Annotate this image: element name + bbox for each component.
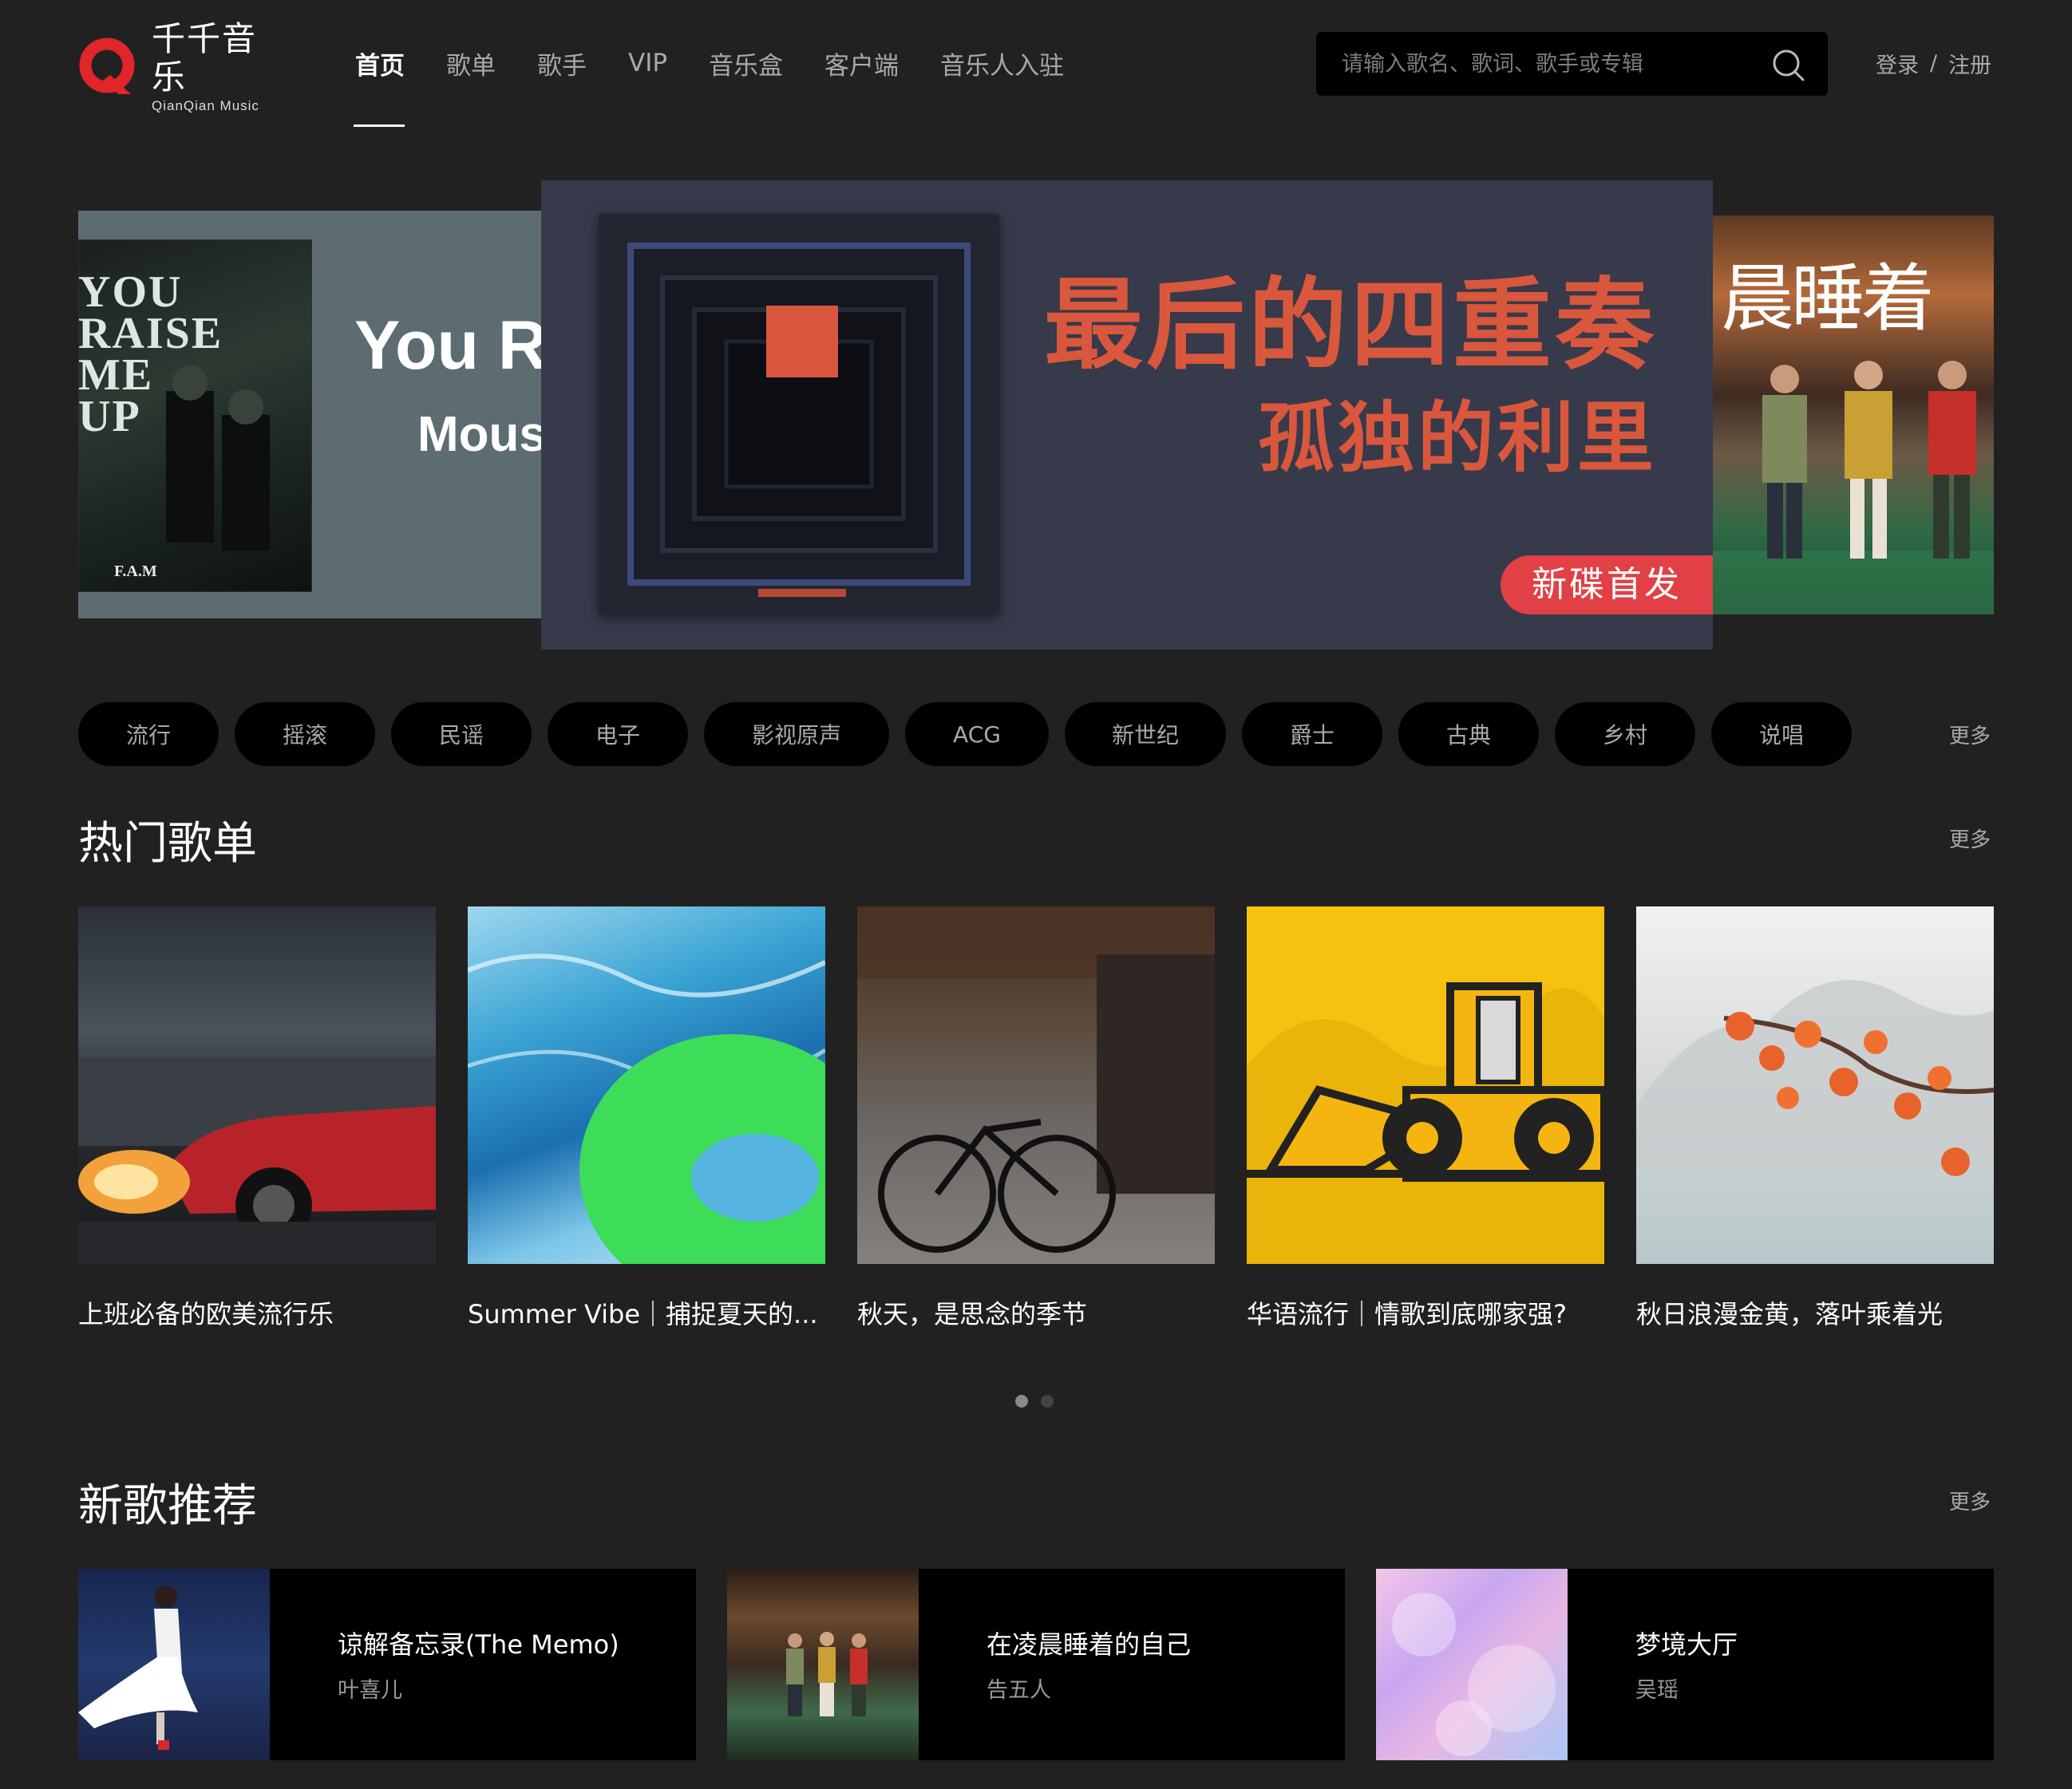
playlist-name: 秋日浪漫金黄，落叶乘着光 (1636, 1299, 1943, 1329)
genre-pill[interactable]: 新世纪 (1065, 702, 1226, 766)
song-cover (727, 1569, 919, 1760)
song-title: 梦境大厅 (1635, 1629, 1738, 1660)
banner-slide-next[interactable]: 晨睡着 (1713, 215, 1994, 614)
banner-prev-subtitle: Mous (417, 407, 547, 462)
login-link[interactable]: 登录 (1876, 48, 1919, 79)
song-title: 在凌晨睡着的自己 (987, 1629, 1192, 1660)
song-artist[interactable]: 告五人 (987, 1672, 1051, 1704)
genre-pill[interactable]: 流行 (78, 702, 219, 766)
nav-active-indicator (354, 124, 405, 127)
banner-next-band-photo (1713, 361, 1994, 614)
brand-name-en: QianQian Music (152, 98, 259, 113)
song-card[interactable]: 谅解备忘录(The Memo) 叶喜儿 (78, 1569, 696, 1760)
playlist-card[interactable]: 华语流行｜情歌到底哪家强? (1247, 906, 1604, 1331)
banner-prev-cover-text: YOU RAISE ME UP (78, 267, 223, 441)
playlist-card[interactable]: 秋日浪漫金黄，落叶乘着光 (1636, 906, 1994, 1331)
genre-pill[interactable]: 电子 (548, 702, 688, 766)
playlist-pagination (1015, 1395, 1066, 1408)
banner-album-cover (599, 214, 999, 614)
playlist-name: 上班必备的欧美流行乐 (78, 1299, 334, 1329)
auth-separator: / (1930, 51, 1938, 76)
auth-links: 登录 / 注册 (1876, 48, 1991, 79)
genre-pill[interactable]: 影视原声 (704, 702, 889, 766)
playlist-name: Summer Vibe｜捕捉夏天的... (468, 1299, 818, 1329)
qianqian-logo-icon (78, 37, 139, 97)
genre-pill[interactable]: 爵士 (1242, 702, 1382, 766)
genre-pill[interactable]: ACG (905, 702, 1049, 766)
nav-vip[interactable]: VIP (628, 49, 667, 77)
nav-playlists[interactable]: 歌单 (446, 45, 496, 81)
banner-prev-album-cover: YOU RAISE ME UP F.A.M (78, 239, 312, 592)
hot-playlists-title: 热门歌单 (78, 818, 257, 870)
genre-pill[interactable]: 古典 (1398, 702, 1539, 766)
playlist-cover (857, 906, 1215, 1264)
song-artist[interactable]: 吴瑶 (1635, 1672, 1679, 1704)
banner-subtitle: 孤独的利里 (1258, 393, 1657, 483)
brand-logo[interactable]: 千千音乐 QianQian Music (78, 20, 286, 113)
nav-singers[interactable]: 歌手 (537, 45, 587, 81)
banner-slide-prev[interactable]: YOU RAISE ME UP F.A.M You R Mous (78, 211, 557, 618)
brand-name-cn: 千千音乐 (152, 19, 258, 97)
playlist-card[interactable]: Summer Vibe｜捕捉夏天的... (468, 906, 825, 1331)
song-cover (78, 1569, 270, 1760)
genres-more-link[interactable]: 更多 (1949, 720, 1991, 749)
nav-musician-join[interactable]: 音乐人入驻 (940, 45, 1064, 81)
playlist-cover (1247, 906, 1604, 1264)
search-box (1316, 32, 1828, 96)
nav-home[interactable]: 首页 (355, 45, 405, 81)
song-card[interactable]: 梦境大厅 吴瑶 (1376, 1569, 1994, 1760)
song-card[interactable]: 在凌晨睡着的自己 告五人 (727, 1569, 1345, 1760)
playlist-cover (468, 906, 825, 1264)
main-nav: 首页 歌单 歌手 VIP 音乐盒 客户端 音乐人入驻 (355, 43, 1105, 83)
playlist-name: 华语流行｜情歌到底哪家强? (1247, 1299, 1567, 1329)
hot-playlists-more-link[interactable]: 更多 (1949, 823, 1991, 853)
song-title: 谅解备忘录(The Memo) (338, 1629, 619, 1660)
genre-pill[interactable]: 乡村 (1555, 702, 1695, 766)
song-artist[interactable]: 叶喜儿 (338, 1672, 402, 1704)
genre-pill[interactable]: 说唱 (1711, 702, 1852, 766)
search-icon[interactable] (1771, 48, 1805, 81)
playlist-cover (1636, 906, 1994, 1264)
register-link[interactable]: 注册 (1948, 48, 1991, 79)
new-songs-title: 新歌推荐 (78, 1480, 257, 1532)
song-cover (1376, 1569, 1568, 1760)
nav-music-box[interactable]: 音乐盒 (709, 45, 783, 81)
playlist-card[interactable]: 秋天，是思念的季节 (857, 906, 1215, 1331)
pagination-dot[interactable] (1041, 1395, 1054, 1408)
pagination-dot-active[interactable] (1015, 1395, 1028, 1408)
new-songs-more-link[interactable]: 更多 (1949, 1486, 1991, 1515)
banner-slide-current[interactable]: 最后的四重奏 孤独的利里 新碟首发 (541, 180, 1713, 650)
playlist-name: 秋天，是思念的季节 (857, 1299, 1088, 1329)
banner-prev-cover-label: F.A.M (114, 563, 157, 580)
genre-pill[interactable]: 摇滚 (235, 702, 375, 766)
genre-pill[interactable]: 民谣 (391, 702, 532, 766)
nav-client[interactable]: 客户端 (824, 45, 899, 81)
playlist-card[interactable]: 上班必备的欧美流行乐 (78, 906, 436, 1331)
new-release-badge: 新碟首发 (1501, 555, 1713, 614)
banner-prev-title: You R (354, 307, 548, 384)
banner-title: 最后的四重奏 (1043, 268, 1657, 383)
playlist-cover (78, 906, 436, 1264)
search-input[interactable] (1342, 32, 1757, 96)
